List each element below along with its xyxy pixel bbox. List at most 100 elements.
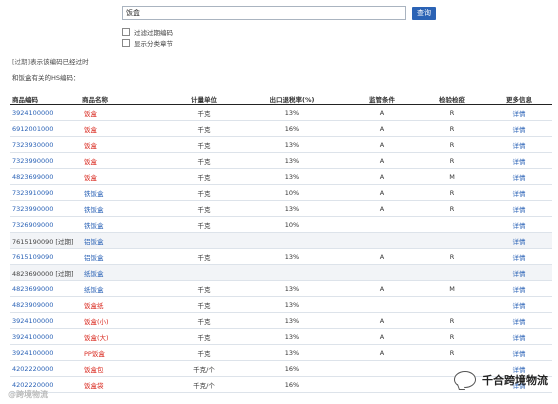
details-link[interactable]: 详情: [486, 344, 552, 361]
condition-cell: [346, 360, 418, 377]
details-link[interactable]: 详情: [486, 296, 552, 313]
hs-code-cell[interactable]: 3924100000: [10, 312, 82, 329]
product-name-link[interactable]: 饭盒: [82, 120, 170, 137]
rebate-rate-cell: 13%: [238, 152, 346, 169]
product-name-link[interactable]: 饭盒: [82, 152, 170, 169]
details-link[interactable]: 详情: [486, 120, 552, 137]
inspection-cell: R: [418, 120, 486, 137]
condition-cell: [346, 296, 418, 313]
product-name-link[interactable]: 饭盒(小): [82, 312, 170, 329]
details-link[interactable]: 详情: [486, 264, 552, 281]
hs-code-cell[interactable]: 4823699000: [10, 168, 82, 185]
hs-code-cell[interactable]: 7615109090: [10, 248, 82, 265]
hs-code-cell: 4823690000 [过期]: [10, 264, 82, 281]
hs-code-cell[interactable]: 7326909000: [10, 216, 82, 233]
show-chapters-option[interactable]: 显示分类章节: [122, 38, 173, 48]
table-row: 4823699000 饭盒 千克 13% A M 详情: [10, 168, 552, 185]
details-link[interactable]: 详情: [486, 280, 552, 297]
unit-cell: [170, 232, 238, 249]
product-name-link[interactable]: 铝饭盒: [82, 232, 170, 249]
details-link[interactable]: 详情: [486, 104, 552, 121]
product-name-link[interactable]: 纸饭盒: [82, 264, 170, 281]
rebate-rate-cell: 13%: [238, 168, 346, 185]
filter-expired-option[interactable]: 过滤过期编码: [122, 27, 173, 37]
details-link[interactable]: 详情: [486, 200, 552, 217]
hs-code-cell[interactable]: 4202220000: [10, 360, 82, 377]
inspection-cell: R: [418, 200, 486, 217]
table-header: 商品编码 商品名称 计量单位 出口退税率(%) 监管条件 检验检疫 更多信息: [10, 93, 552, 105]
search-button[interactable]: 查询: [412, 6, 436, 20]
table-row: 7615109090 铝饭盒 千克 13% A R 详情: [10, 248, 552, 265]
rebate-rate-cell: 13%: [238, 200, 346, 217]
product-name-link[interactable]: 铁饭盒: [82, 216, 170, 233]
details-link[interactable]: 详情: [486, 216, 552, 233]
col-name-header: 商品名称: [82, 93, 170, 105]
product-name-link[interactable]: 饭盒包: [82, 360, 170, 377]
watermark: 千合跨境物流: [454, 371, 548, 388]
rebate-rate-cell: 13%: [238, 312, 346, 329]
table-row: 4823699000 纸饭盒 千克 13% A M 详情: [10, 280, 552, 297]
condition-cell: A: [346, 104, 418, 121]
inspection-cell: [418, 296, 486, 313]
details-link[interactable]: 详情: [486, 312, 552, 329]
watermark-text: 千合跨境物流: [482, 373, 548, 387]
product-name-link[interactable]: 铁饭盒: [82, 200, 170, 217]
table-row: 3924100000 PP饭盒 千克 13% A R 详情: [10, 344, 552, 361]
details-link[interactable]: 详情: [486, 184, 552, 201]
condition-cell: [346, 376, 418, 393]
hs-code-cell[interactable]: 7323930000: [10, 136, 82, 153]
col-more-header: 更多信息: [486, 93, 552, 105]
inspection-cell: [418, 216, 486, 233]
details-link[interactable]: 详情: [486, 328, 552, 345]
product-name-link[interactable]: 饭盒: [82, 104, 170, 121]
product-name-link[interactable]: 纸饭盒: [82, 280, 170, 297]
expired-note-text: 表示该编码已经过时: [30, 58, 89, 66]
related-codes-heading: 和饭盒有关的HS编码：: [12, 74, 80, 82]
search-input[interactable]: [122, 6, 406, 20]
hs-code-cell[interactable]: 3924100000: [10, 328, 82, 345]
unit-cell: 千克: [170, 216, 238, 233]
hs-code-cell[interactable]: 4823909000: [10, 296, 82, 313]
condition-cell: A: [346, 200, 418, 217]
condition-cell: A: [346, 248, 418, 265]
hs-code-cell[interactable]: 7323910090: [10, 184, 82, 201]
hs-code-cell[interactable]: 6912001000: [10, 120, 82, 137]
product-name-link[interactable]: 饭盒: [82, 136, 170, 153]
product-name-link[interactable]: 铝饭盒: [82, 248, 170, 265]
details-link[interactable]: 详情: [486, 168, 552, 185]
hs-code-cell[interactable]: 3924100000: [10, 344, 82, 361]
product-name-link[interactable]: 饭盒: [82, 168, 170, 185]
unit-cell: 千克: [170, 280, 238, 297]
hs-code-cell: 7615190090 [过期]: [10, 232, 82, 249]
product-name-link[interactable]: PP饭盒: [82, 344, 170, 361]
product-name-link[interactable]: 饭盒袋: [82, 376, 170, 393]
rebate-rate-cell: 16%: [238, 376, 346, 393]
condition-cell: A: [346, 184, 418, 201]
hs-code-cell[interactable]: 7323990000: [10, 152, 82, 169]
hs-code-cell[interactable]: 3924100000: [10, 104, 82, 121]
product-name-link[interactable]: 饭盒纸: [82, 296, 170, 313]
inspection-cell: M: [418, 168, 486, 185]
condition-cell: A: [346, 328, 418, 345]
details-link[interactable]: 详情: [486, 136, 552, 153]
details-link[interactable]: 详情: [486, 232, 552, 249]
details-link[interactable]: 详情: [486, 248, 552, 265]
hs-code-cell[interactable]: 7323990000: [10, 200, 82, 217]
rebate-rate-cell: 13%: [238, 136, 346, 153]
inspection-cell: R: [418, 184, 486, 201]
hs-code-cell[interactable]: 4823699000: [10, 280, 82, 297]
condition-cell: [346, 232, 418, 249]
product-name-link[interactable]: 饭盒(大): [82, 328, 170, 345]
checkbox-icon[interactable]: [122, 39, 130, 47]
corner-watermark: @跨境物流: [8, 390, 48, 399]
details-link[interactable]: 详情: [486, 152, 552, 169]
checkbox-icon[interactable]: [122, 28, 130, 36]
product-name-link[interactable]: 铁饭盒: [82, 184, 170, 201]
col-unit-header: 计量单位: [170, 93, 238, 105]
unit-cell: 千克: [170, 344, 238, 361]
rebate-rate-cell: 13%: [238, 280, 346, 297]
results-table: 商品编码 商品名称 计量单位 出口退税率(%) 监管条件 检验检疫 更多信息 3…: [10, 93, 552, 393]
col-condition-header: 监管条件: [346, 93, 418, 105]
inspection-cell: R: [418, 328, 486, 345]
chat-bubble-icon: [454, 371, 476, 388]
